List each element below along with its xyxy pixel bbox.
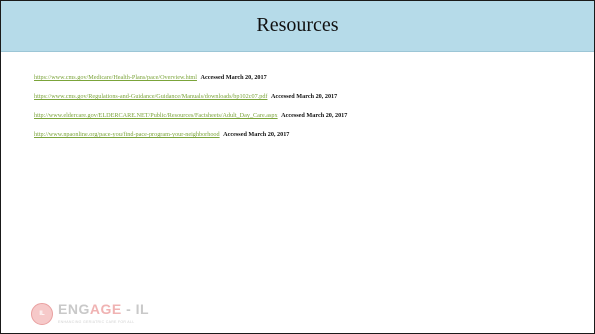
resource-link[interactable]: https://www.cms.gov/Medicare/Health-Plan… [34, 74, 197, 81]
engage-il-logo: IL ENGAGE - IL ENHANCING GERIATRIC CARE … [31, 301, 161, 329]
accessed-date: Accessed March 20, 2017 [200, 74, 267, 81]
accessed-date: Accessed March 20, 2017 [223, 131, 290, 138]
resource-link[interactable]: http://www.eldercare.gov/ELDERCARE.NET/P… [34, 112, 278, 119]
logo-wordmark: ENGAGE - IL [58, 301, 149, 317]
logo-word-accent: AGE [89, 301, 122, 317]
resource-item: http://www.npaonline.org/pace-you/find-p… [34, 131, 574, 150]
logo-badge-icon: IL [31, 303, 53, 325]
logo-word-prefix: ENG [58, 301, 90, 317]
resource-list: https://www.cms.gov/Medicare/Health-Plan… [34, 74, 574, 150]
resource-link[interactable]: http://www.npaonline.org/pace-you/find-p… [34, 131, 220, 138]
resource-item: https://www.cms.gov/Regulations-and-Guid… [34, 93, 574, 112]
slide: Resources https://www.cms.gov/Medicare/H… [0, 0, 595, 334]
slide-title: Resources [256, 14, 339, 36]
resource-item: http://www.eldercare.gov/ELDERCARE.NET/P… [34, 112, 574, 131]
logo-tagline: ENHANCING GERIATRIC CARE FOR ALL [58, 320, 135, 324]
resource-item: https://www.cms.gov/Medicare/Health-Plan… [34, 74, 574, 93]
logo-word-suffix: - IL [121, 301, 150, 317]
accessed-date: Accessed March 20, 2017 [271, 93, 338, 100]
title-band: Resources [1, 1, 594, 52]
accessed-date: Accessed March 20, 2017 [281, 112, 348, 119]
resource-link[interactable]: https://www.cms.gov/Regulations-and-Guid… [34, 93, 267, 100]
logo-badge-letters: IL [39, 311, 45, 317]
